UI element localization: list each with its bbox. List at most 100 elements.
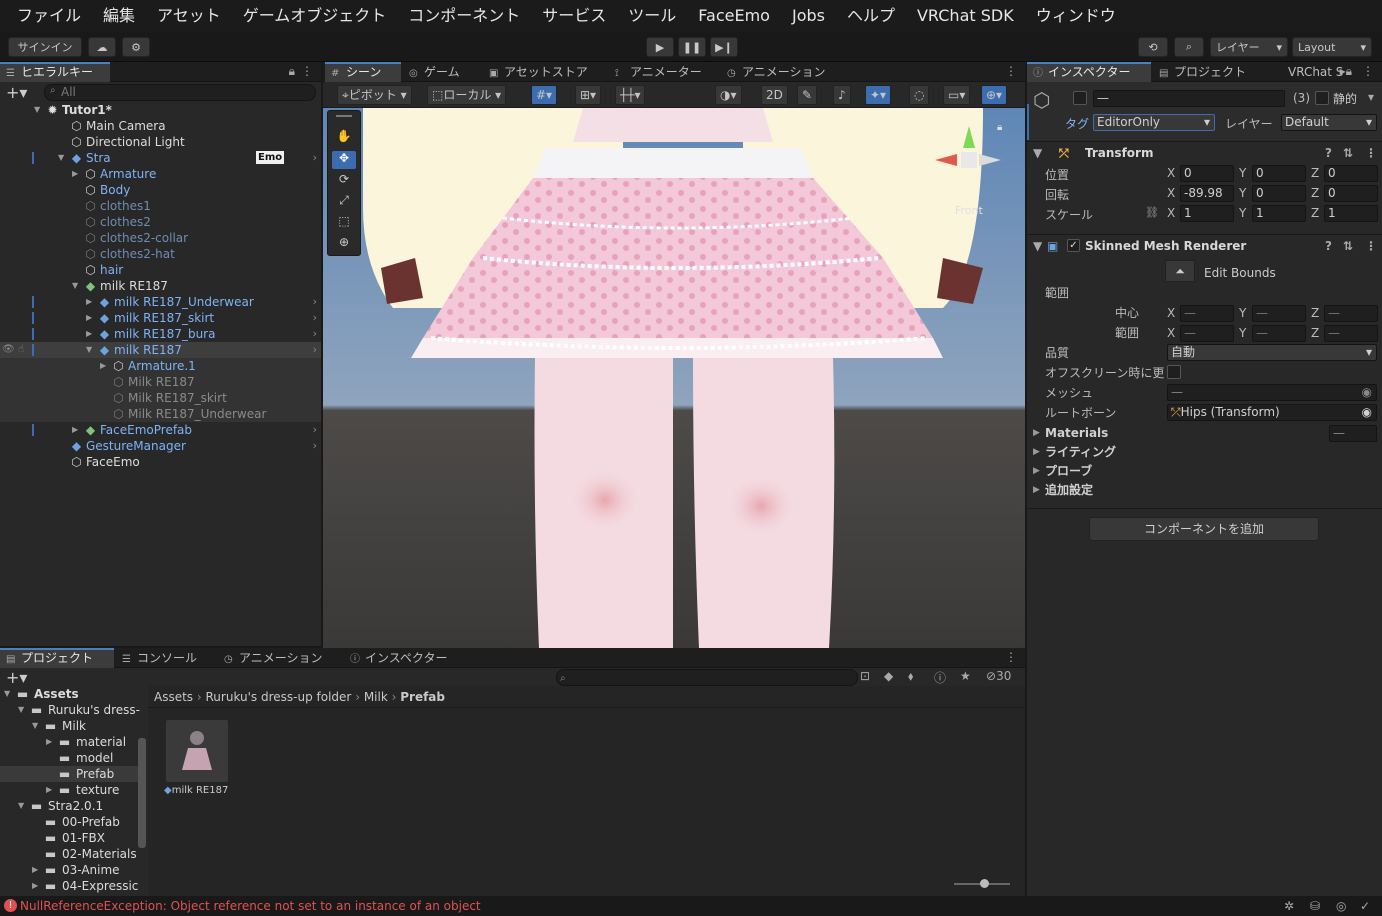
transform-scale-x-field[interactable]: 1 — [1180, 205, 1234, 222]
menu-item[interactable]: ゲームオブジェクト — [232, 0, 398, 32]
rotate-tool-icon[interactable]: ⟳ — [332, 172, 356, 190]
visibility-icon[interactable]: ◌ — [909, 85, 930, 105]
hierarchy-row[interactable]: ⬡ clothes1 — [0, 198, 321, 214]
menu-item[interactable]: アセット — [146, 0, 232, 32]
hierarchy-row[interactable]: ▼ ◆ milk RE187 › 👁︎ ☝ — [0, 342, 321, 358]
hand-tool-icon[interactable]: ✋ — [332, 129, 356, 147]
gizmo-neg-x-axis[interactable] — [979, 154, 1001, 166]
search-icon[interactable]: ⌕ — [1174, 37, 1204, 57]
transform-rotation-z-field[interactable]: 0 — [1324, 185, 1378, 202]
hierarchy-row[interactable]: ▶ ◆ milk RE187_skirt › — [0, 310, 321, 326]
foldout-arrow-icon[interactable]: ▶ — [32, 878, 42, 894]
hierarchy-row[interactable]: ⬡ hair — [0, 262, 321, 278]
lock-icon[interactable]: ▸🔒︎ — [1340, 64, 1352, 79]
breadcrumb-item[interactable]: Ruruku's dress-up folder — [206, 690, 352, 704]
component-menu-icon[interactable]: ⋮ — [1365, 235, 1377, 257]
hierarchy-row[interactable]: ⬡ Milk RE187 — [0, 374, 321, 390]
hierarchy-row[interactable]: ◆ GestureManager › — [0, 438, 321, 454]
2d-toggle[interactable]: 2D — [761, 85, 788, 105]
foldout-arrow-icon[interactable]: ▶ — [32, 862, 42, 878]
hierarchy-row[interactable]: ▶ ⬡ Armature — [0, 166, 321, 182]
tree-scrollbar[interactable] — [138, 738, 146, 848]
step-button[interactable]: ▶❙ — [710, 37, 738, 57]
foldout-section[interactable]: ▶ プローブ — [1027, 462, 1382, 481]
menu-item[interactable]: ツール — [617, 0, 687, 32]
bounds-field[interactable]: — — [1324, 305, 1378, 322]
static-checkbox[interactable] — [1315, 91, 1329, 105]
project-folder-row[interactable]: ▶ ▬ texture — [0, 782, 138, 798]
menu-item[interactable]: ウィンドウ — [1025, 0, 1127, 32]
pickable-hand-icon[interactable]: ☝ — [18, 342, 24, 358]
hierarchy-row[interactable]: ⬡ clothes2 — [0, 214, 321, 230]
tab-project-0[interactable]: ▤ プロジェクト — [0, 648, 114, 668]
chevron-right-icon[interactable]: › — [313, 150, 317, 166]
foldout-arrow-icon[interactable]: ▶ — [86, 294, 96, 310]
settings-icon[interactable]: ⚙ — [122, 37, 150, 57]
chevron-right-icon[interactable]: › — [313, 310, 317, 326]
tab-scene-0[interactable]: # シーン — [325, 62, 401, 82]
lock-icon[interactable]: 🔒︎ — [289, 64, 295, 79]
progress-icon[interactable]: ◎ — [1336, 896, 1346, 916]
history-icon[interactable]: ⟲ — [1138, 37, 1168, 57]
foldout-arrow-icon[interactable]: ▶ — [86, 310, 96, 326]
component-menu-icon[interactable]: ⋮ — [1365, 142, 1377, 164]
foldout-arrow-icon[interactable]: ▶ — [100, 358, 110, 374]
project-folder-row[interactable]: ▬ Prefab — [0, 766, 138, 782]
project-folder-row[interactable]: ▬ 02-Materials — [0, 846, 138, 862]
menu-item[interactable]: VRChat SDK — [906, 0, 1025, 32]
project-folder-row[interactable]: ▬ model — [0, 750, 138, 766]
foldout-section[interactable]: ▶ Materials — — [1027, 424, 1382, 443]
hierarchy-row[interactable]: ▼ ◆ milk RE187 — [0, 278, 321, 294]
project-search-input[interactable]: ⌕ — [556, 669, 858, 686]
more-icon[interactable]: ⋮ — [1362, 64, 1374, 78]
project-folder-row[interactable]: ▬ 01-FBX — [0, 830, 138, 846]
breadcrumb-item[interactable]: Assets — [154, 690, 193, 704]
hierarchy-row[interactable]: ⬡ FaceEmo — [0, 454, 321, 470]
edit-bounds-button[interactable]: ⏶ — [1165, 260, 1195, 282]
foldout-arrow-icon[interactable]: ▼ — [72, 278, 82, 294]
project-folder-row[interactable]: ▼ ▬ Stra2.0.1 — [0, 798, 138, 814]
mesh-field[interactable]: — ◉ — [1167, 384, 1377, 401]
bounds-field[interactable]: — — [1252, 325, 1306, 342]
move-tool-icon[interactable]: ✥ — [332, 151, 356, 169]
foldout-arrow-icon[interactable]: ▶ — [72, 422, 82, 438]
active-checkbox[interactable] — [1073, 91, 1087, 105]
gizmo-x-axis[interactable] — [935, 154, 957, 166]
hierarchy-row[interactable]: ▼ ◆ Stra Emo › — [0, 150, 321, 166]
transform-position-y-field[interactable]: 0 — [1252, 165, 1306, 182]
play-button[interactable]: ▶ — [646, 37, 674, 57]
quality-dropdown[interactable]: 自動 ▾ — [1167, 344, 1377, 361]
chevron-right-icon[interactable]: › — [313, 294, 317, 310]
foldout-arrow-icon[interactable]: ▼ — [34, 102, 44, 118]
tab-inspector-1[interactable]: ▤ プロジェクト — [1153, 62, 1265, 82]
name-field[interactable]: — — [1093, 90, 1285, 107]
visibility-eye-icon[interactable]: 👁︎ — [2, 342, 15, 358]
transform-position-x-field[interactable]: 0 — [1180, 165, 1234, 182]
gizmos-dropdown[interactable]: ⊕▾ — [981, 85, 1008, 105]
foldout-arrow-icon[interactable]: ▼ — [18, 798, 28, 814]
presets-icon[interactable]: ⇅ — [1343, 235, 1353, 257]
hierarchy-row[interactable]: ⬡ Body — [0, 182, 321, 198]
hierarchy-row[interactable]: ⬡ clothes2-hat — [0, 246, 321, 262]
gizmo-lock-icon[interactable]: 🔒︎ — [997, 122, 1002, 133]
gizmo-center[interactable] — [961, 152, 977, 168]
bounds-field[interactable]: — — [1252, 305, 1306, 322]
hierarchy-row[interactable]: ⬡ Main Camera — [0, 118, 321, 134]
foldout-arrow-icon[interactable]: ▶ — [86, 326, 96, 342]
project-folder-row[interactable]: ▶ ▬ material — [0, 734, 138, 750]
debug-icon[interactable]: ✲ — [1284, 896, 1294, 916]
foldout-arrow-icon[interactable]: ▼ — [86, 342, 96, 358]
project-folder-row[interactable]: ▼ ▬ Milk — [0, 718, 138, 734]
tab-scene-4[interactable]: ◷ アニメーション — [721, 62, 829, 82]
layout-dropdown[interactable]: Layout ▾ — [1292, 37, 1372, 57]
offscreen-checkbox[interactable] — [1167, 365, 1181, 379]
more-icon[interactable]: ⋮ — [1005, 650, 1017, 664]
camera-dropdown[interactable]: ▭▾ — [943, 85, 971, 105]
foldout-section[interactable]: ▶ 追加設定 — [1027, 481, 1382, 500]
rect-tool-icon[interactable]: ⬚ — [332, 214, 356, 232]
search-by-type-icon[interactable]: ⊡ — [860, 669, 870, 683]
transform-scale-y-field[interactable]: 1 — [1252, 205, 1306, 222]
hierarchy-row[interactable]: ⬡ Directional Light — [0, 134, 321, 150]
more-icon[interactable]: ⋮ — [301, 64, 313, 78]
menu-item[interactable]: Jobs — [781, 0, 836, 32]
